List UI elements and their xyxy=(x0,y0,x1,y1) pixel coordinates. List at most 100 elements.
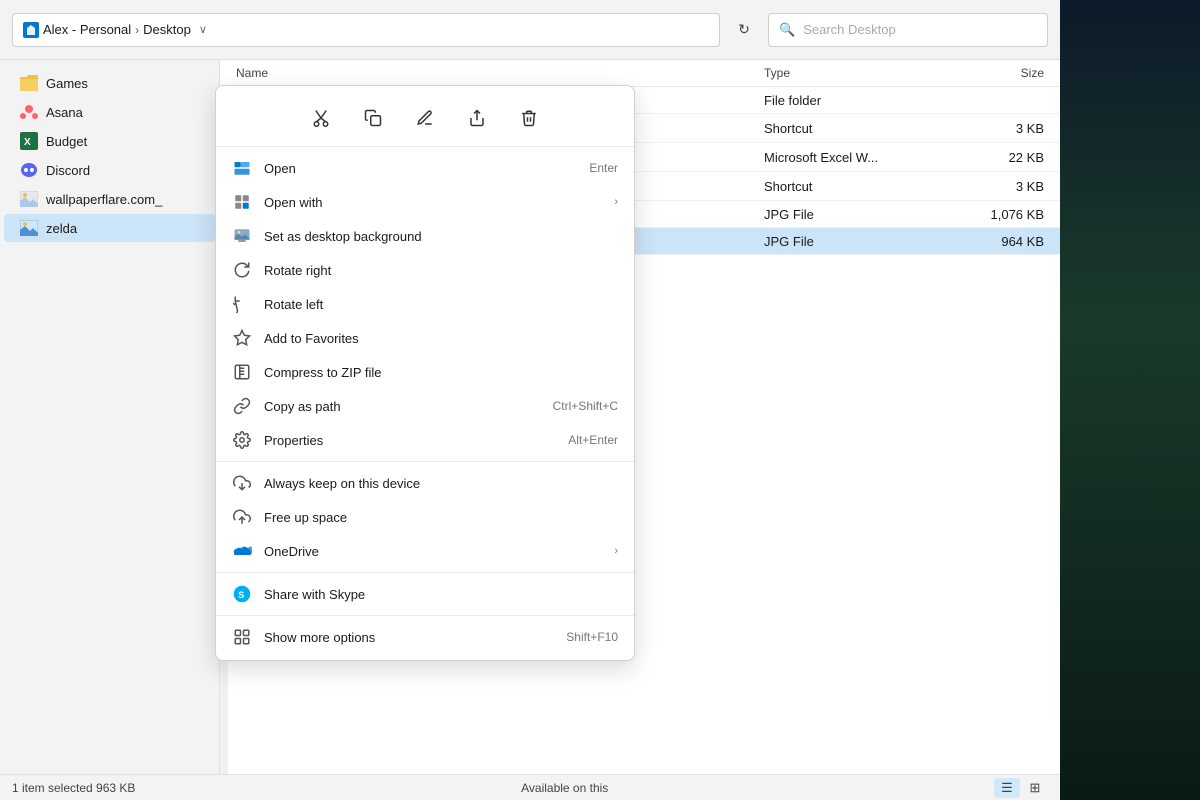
context-menu-compress-zip[interactable]: Compress to ZIP file xyxy=(216,355,634,389)
delete-button[interactable] xyxy=(511,100,547,136)
file-size-5: 964 KB xyxy=(944,234,1044,249)
cut-button[interactable] xyxy=(303,100,339,136)
context-menu-onedrive[interactable]: OneDrive › xyxy=(216,534,634,568)
onedrive-icon xyxy=(232,541,252,561)
sidebar-label-games: Games xyxy=(46,76,88,91)
excel-icon: X xyxy=(20,132,38,150)
image-icon-zelda xyxy=(20,219,38,237)
context-menu-rotate-right[interactable]: Rotate right xyxy=(216,253,634,287)
sidebar-item-budget[interactable]: X Budget xyxy=(4,127,215,155)
add-favorites-label: Add to Favorites xyxy=(264,331,618,346)
onedrive-label: OneDrive xyxy=(264,544,602,559)
open-with-chevron: › xyxy=(614,196,618,208)
file-type-1: Shortcut xyxy=(764,121,944,136)
file-type-0: File folder xyxy=(764,93,944,108)
sidebar: Games Asana X xyxy=(0,60,220,774)
zip-icon xyxy=(232,362,252,382)
more-options-icon xyxy=(232,627,252,647)
share-button[interactable] xyxy=(459,100,495,136)
file-size-4: 1,076 KB xyxy=(944,207,1044,222)
context-menu-properties[interactable]: Properties Alt+Enter xyxy=(216,423,634,457)
context-menu: Open Enter Open with › Set as desktop ba… xyxy=(215,85,635,661)
sidebar-label-discord: Discord xyxy=(46,163,90,178)
breadcrumb[interactable]: Alex - Personal › Desktop ∨ xyxy=(12,13,720,47)
sidebar-item-zelda[interactable]: zelda xyxy=(4,214,215,242)
properties-icon xyxy=(232,430,252,450)
open-with-label: Open with xyxy=(264,195,602,210)
view-buttons: ☰ ⊞ xyxy=(994,778,1048,798)
status-selected: 1 item selected 963 KB xyxy=(12,781,135,795)
context-menu-rotate-left[interactable]: Rotate left xyxy=(216,287,634,321)
cloud-upload-icon xyxy=(232,507,252,527)
breadcrumb-desktop[interactable]: Desktop xyxy=(143,22,191,37)
context-menu-add-favorites[interactable]: Add to Favorites xyxy=(216,321,634,355)
divider-2 xyxy=(216,572,634,573)
always-keep-label: Always keep on this device xyxy=(264,476,618,491)
open-with-icon xyxy=(232,192,252,212)
share-skype-label: Share with Skype xyxy=(264,587,618,602)
sidebar-item-discord[interactable]: Discord xyxy=(4,156,215,184)
copy-path-icon xyxy=(232,396,252,416)
copy-button[interactable] xyxy=(355,100,391,136)
desktop-bg-icon xyxy=(232,226,252,246)
folder-icon-games xyxy=(20,74,38,92)
address-bar: Alex - Personal › Desktop ∨ ↻ 🔍 Search D… xyxy=(0,0,1060,60)
sidebar-label-budget: Budget xyxy=(46,134,87,149)
context-menu-share-skype[interactable]: S Share with Skype xyxy=(216,577,634,611)
status-available: Available on this xyxy=(521,781,608,795)
divider-3 xyxy=(216,615,634,616)
context-menu-open-with[interactable]: Open with › xyxy=(216,185,634,219)
sidebar-item-asana[interactable]: Asana xyxy=(4,98,215,126)
header-type: Type xyxy=(764,66,944,80)
copy-path-label: Copy as path xyxy=(264,399,541,414)
desktop-bg-label: Set as desktop background xyxy=(264,229,618,244)
rotate-left-icon xyxy=(232,294,252,314)
skype-icon: S xyxy=(232,584,252,604)
onedrive-chevron: › xyxy=(614,545,618,557)
breadcrumb-chevron[interactable]: ∨ xyxy=(199,23,207,36)
rotate-right-label: Rotate right xyxy=(264,263,618,278)
refresh-button[interactable]: ↻ xyxy=(728,14,760,46)
context-icon-row xyxy=(216,92,634,147)
file-type-2: Microsoft Excel W... xyxy=(764,150,944,165)
sidebar-item-wallpaper[interactable]: wallpaperflare.com_ xyxy=(4,185,215,213)
divider-1 xyxy=(216,461,634,462)
show-more-shortcut: Shift+F10 xyxy=(566,630,618,644)
header-name: Name xyxy=(236,66,764,80)
breadcrumb-personal[interactable]: Alex - Personal xyxy=(43,22,131,37)
sidebar-item-games[interactable]: Games xyxy=(4,69,215,97)
search-bar[interactable]: 🔍 Search Desktop xyxy=(768,13,1048,47)
sidebar-label-wallpaper: wallpaperflare.com_ xyxy=(46,192,162,207)
context-menu-open[interactable]: Open Enter xyxy=(216,151,634,185)
context-menu-copy-path[interactable]: Copy as path Ctrl+Shift+C xyxy=(216,389,634,423)
file-size-2: 22 KB xyxy=(944,150,1044,165)
rotate-left-label: Rotate left xyxy=(264,297,618,312)
context-menu-show-more[interactable]: Show more options Shift+F10 xyxy=(216,620,634,654)
open-label: Open xyxy=(264,161,577,176)
view-list-button[interactable]: ☰ xyxy=(994,778,1020,798)
discord-icon xyxy=(20,161,38,179)
search-placeholder: Search Desktop xyxy=(803,22,896,37)
context-menu-always-keep[interactable]: Always keep on this device xyxy=(216,466,634,500)
asana-icon xyxy=(20,103,38,121)
cloud-download-icon xyxy=(232,473,252,493)
context-menu-free-up-space[interactable]: Free up space xyxy=(216,500,634,534)
file-list-header: Name Type Size xyxy=(220,60,1060,87)
file-type-3: Shortcut xyxy=(764,179,944,194)
star-icon xyxy=(232,328,252,348)
breadcrumb-home-icon xyxy=(23,22,39,38)
context-menu-desktop-bg[interactable]: Set as desktop background xyxy=(216,219,634,253)
copy-path-shortcut: Ctrl+Shift+C xyxy=(553,399,618,413)
rename-button[interactable] xyxy=(407,100,443,136)
status-bar: 1 item selected 963 KB Available on this… xyxy=(0,774,1060,800)
open-shortcut: Enter xyxy=(589,161,618,175)
svg-text:S: S xyxy=(238,590,244,600)
sidebar-label-asana: Asana xyxy=(46,105,83,120)
view-grid-button[interactable]: ⊞ xyxy=(1022,778,1048,798)
file-type-4: JPG File xyxy=(764,207,944,222)
image-icon-wallpaper xyxy=(20,190,38,208)
file-type-5: JPG File xyxy=(764,234,944,249)
search-icon: 🔍 xyxy=(779,22,795,38)
show-more-label: Show more options xyxy=(264,630,554,645)
free-up-space-label: Free up space xyxy=(264,510,618,525)
